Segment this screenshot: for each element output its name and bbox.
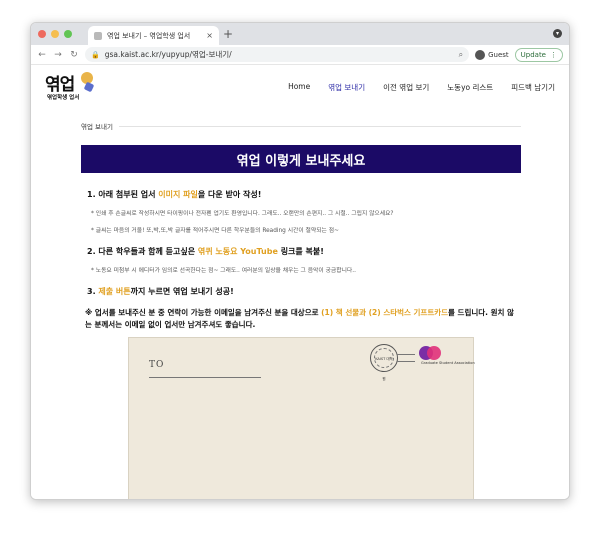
tab-search-button[interactable]: ▾ — [553, 29, 562, 38]
logo-pen-icon — [83, 81, 95, 93]
step-2-text-end: 링크를 복붙! — [277, 247, 324, 256]
browser-window: 엮업 보내기 – 엮업학생 업서 × + ▾ ← → ↻ 🔒 gsa.kaist… — [30, 22, 570, 500]
gift-notice: ※ 업서를 보내주신 분 중 연락이 가능한 이메일을 남겨주신 분을 대상으로… — [81, 307, 521, 331]
menu-icon: ⋮ — [550, 50, 557, 59]
site-logo[interactable]: 엮업 엮업학생 업서 — [45, 70, 105, 104]
postcard-to-label: TO — [149, 360, 165, 370]
step-3-text-end: 까지 누르면 엮업 보내기 성공! — [130, 287, 234, 296]
favicon-icon — [94, 31, 102, 40]
forward-button[interactable]: → — [53, 50, 63, 60]
step-3: 3. 제출 버튼까지 누르면 엮업 보내기 성공! — [81, 286, 521, 297]
nav-home[interactable]: Home — [288, 82, 310, 93]
web-page: 엮업 엮업학생 업서 Home 엮업 보내기 이전 엮업 보기 노동yo 리스트… — [31, 65, 569, 499]
tab-close-icon[interactable]: × — [206, 31, 213, 40]
maximize-window-button[interactable] — [64, 30, 72, 38]
profile-label: Guest — [488, 50, 509, 59]
step-2-note: * 노동요 미첨부 시 에디터가 임의로 선곡한다는 점~ 그래도.. 여러분의… — [91, 268, 356, 274]
step-1: 1. 아래 첨부된 업서 이미지 파일을 다운 받아 작성! — [81, 189, 521, 200]
postcard-to-line — [149, 377, 261, 378]
postmark-wave-icon — [397, 354, 415, 362]
main-content: 엮업 보내기 엮업 이렇게 보내주세요 1. 아래 첨부된 업서 이미지 파일을… — [81, 121, 521, 331]
url-text[interactable]: gsa.kaist.ac.kr/yupyup/엮업-보내기/ — [105, 49, 454, 60]
notice-text: ※ 업서를 보내주신 분 중 연락이 가능한 이메일을 남겨주신 분을 대상으로 — [85, 308, 322, 317]
logo-main: 엮업 — [45, 75, 75, 95]
stamp-text: KAIST 대학원 — [374, 348, 394, 381]
zoom-icon[interactable]: ⌕ — [459, 50, 463, 60]
browser-tab[interactable]: 엮업 보내기 – 엮업학생 업서 × — [88, 26, 219, 45]
step-1-link[interactable]: 이미지 파일 — [158, 190, 198, 199]
step-2-link[interactable]: 엮퀴 노동요 YouTube — [198, 247, 278, 256]
notice-highlight: (1) 책 선물과 (2) 스타벅스 기프트카드 — [321, 308, 449, 317]
minimize-window-button[interactable] — [51, 30, 59, 38]
page-title: 엮업 이렇게 보내주세요 — [236, 153, 366, 169]
update-button[interactable]: Update ⋮ — [514, 47, 563, 62]
address-bar[interactable]: 🔒 gsa.kaist.ac.kr/yupyup/엮업-보내기/ ⌕ — [85, 47, 470, 62]
step-1-text-end: 을 다운 받아 작성! — [197, 190, 262, 199]
nav-worksong-list[interactable]: 노동yo 리스트 — [447, 82, 493, 93]
nav-previous[interactable]: 이전 엮업 보기 — [383, 82, 429, 93]
back-button[interactable]: ← — [37, 50, 47, 60]
gsa-logo-text: Graduate Student Association — [421, 361, 475, 365]
close-window-button[interactable] — [38, 30, 46, 38]
window-controls — [38, 30, 72, 38]
gsa-logo-circle-icon-2 — [427, 346, 441, 360]
postcard-image[interactable]: TO KAIST 대학원 Graduate Student Associatio… — [128, 337, 475, 499]
reload-button[interactable]: ↻ — [69, 50, 79, 60]
avatar-icon — [475, 49, 486, 60]
gsa-logo: Graduate Student Association — [417, 344, 475, 374]
step-3-link[interactable]: 제출 버튼 — [98, 287, 130, 296]
nav-send[interactable]: 엮업 보내기 — [328, 82, 365, 93]
breadcrumb-label: 엮업 보내기 — [81, 123, 113, 131]
breadcrumb: 엮업 보내기 — [81, 121, 521, 131]
site-header: 엮업 엮업학생 업서 Home 엮업 보내기 이전 엮업 보기 노동yo 리스트… — [31, 65, 569, 109]
new-tab-button[interactable]: + — [223, 28, 233, 40]
profile-button[interactable]: Guest — [475, 49, 509, 60]
update-label: Update — [520, 50, 546, 59]
lock-icon[interactable]: 🔒 — [91, 51, 100, 59]
main-nav: Home 엮업 보내기 이전 엮업 보기 노동yo 리스트 피드백 남기기 — [288, 82, 555, 93]
step-2: 2. 다른 학우들과 함께 듣고싶은 엮퀴 노동요 YouTube 링크를 복붙… — [81, 246, 521, 257]
page-title-banner: 엮업 이렇게 보내주세요 — [81, 145, 521, 173]
step-1-note: * 인쇄 후 손글씨로 작성하시면 타이핑이나 전자펜 업기도 환영입니다. 그… — [91, 211, 394, 217]
postmark-stamp-icon: KAIST 대학원 — [370, 344, 398, 381]
breadcrumb-divider — [118, 125, 521, 127]
step-1-note-2: * 글씨는 마음의 거울! 또,박,또,박 글자를 적어주시면 다른 학우분들의… — [91, 228, 339, 234]
step-3-text: 3. — [87, 287, 99, 296]
browser-toolbar: ← → ↻ 🔒 gsa.kaist.ac.kr/yupyup/엮업-보내기/ ⌕… — [31, 45, 569, 65]
step-2-text: 2. 다른 학우들과 함께 듣고싶은 — [87, 247, 198, 256]
tab-title: 엮업 보내기 – 엮업학생 업서 — [107, 31, 191, 40]
step-1-text: 1. 아래 첨부된 업서 — [87, 190, 159, 199]
tab-strip: 엮업 보내기 – 엮업학생 업서 × + ▾ — [31, 23, 569, 45]
nav-feedback[interactable]: 피드백 남기기 — [511, 82, 555, 93]
logo-subtitle: 엮업학생 업서 — [47, 95, 80, 101]
